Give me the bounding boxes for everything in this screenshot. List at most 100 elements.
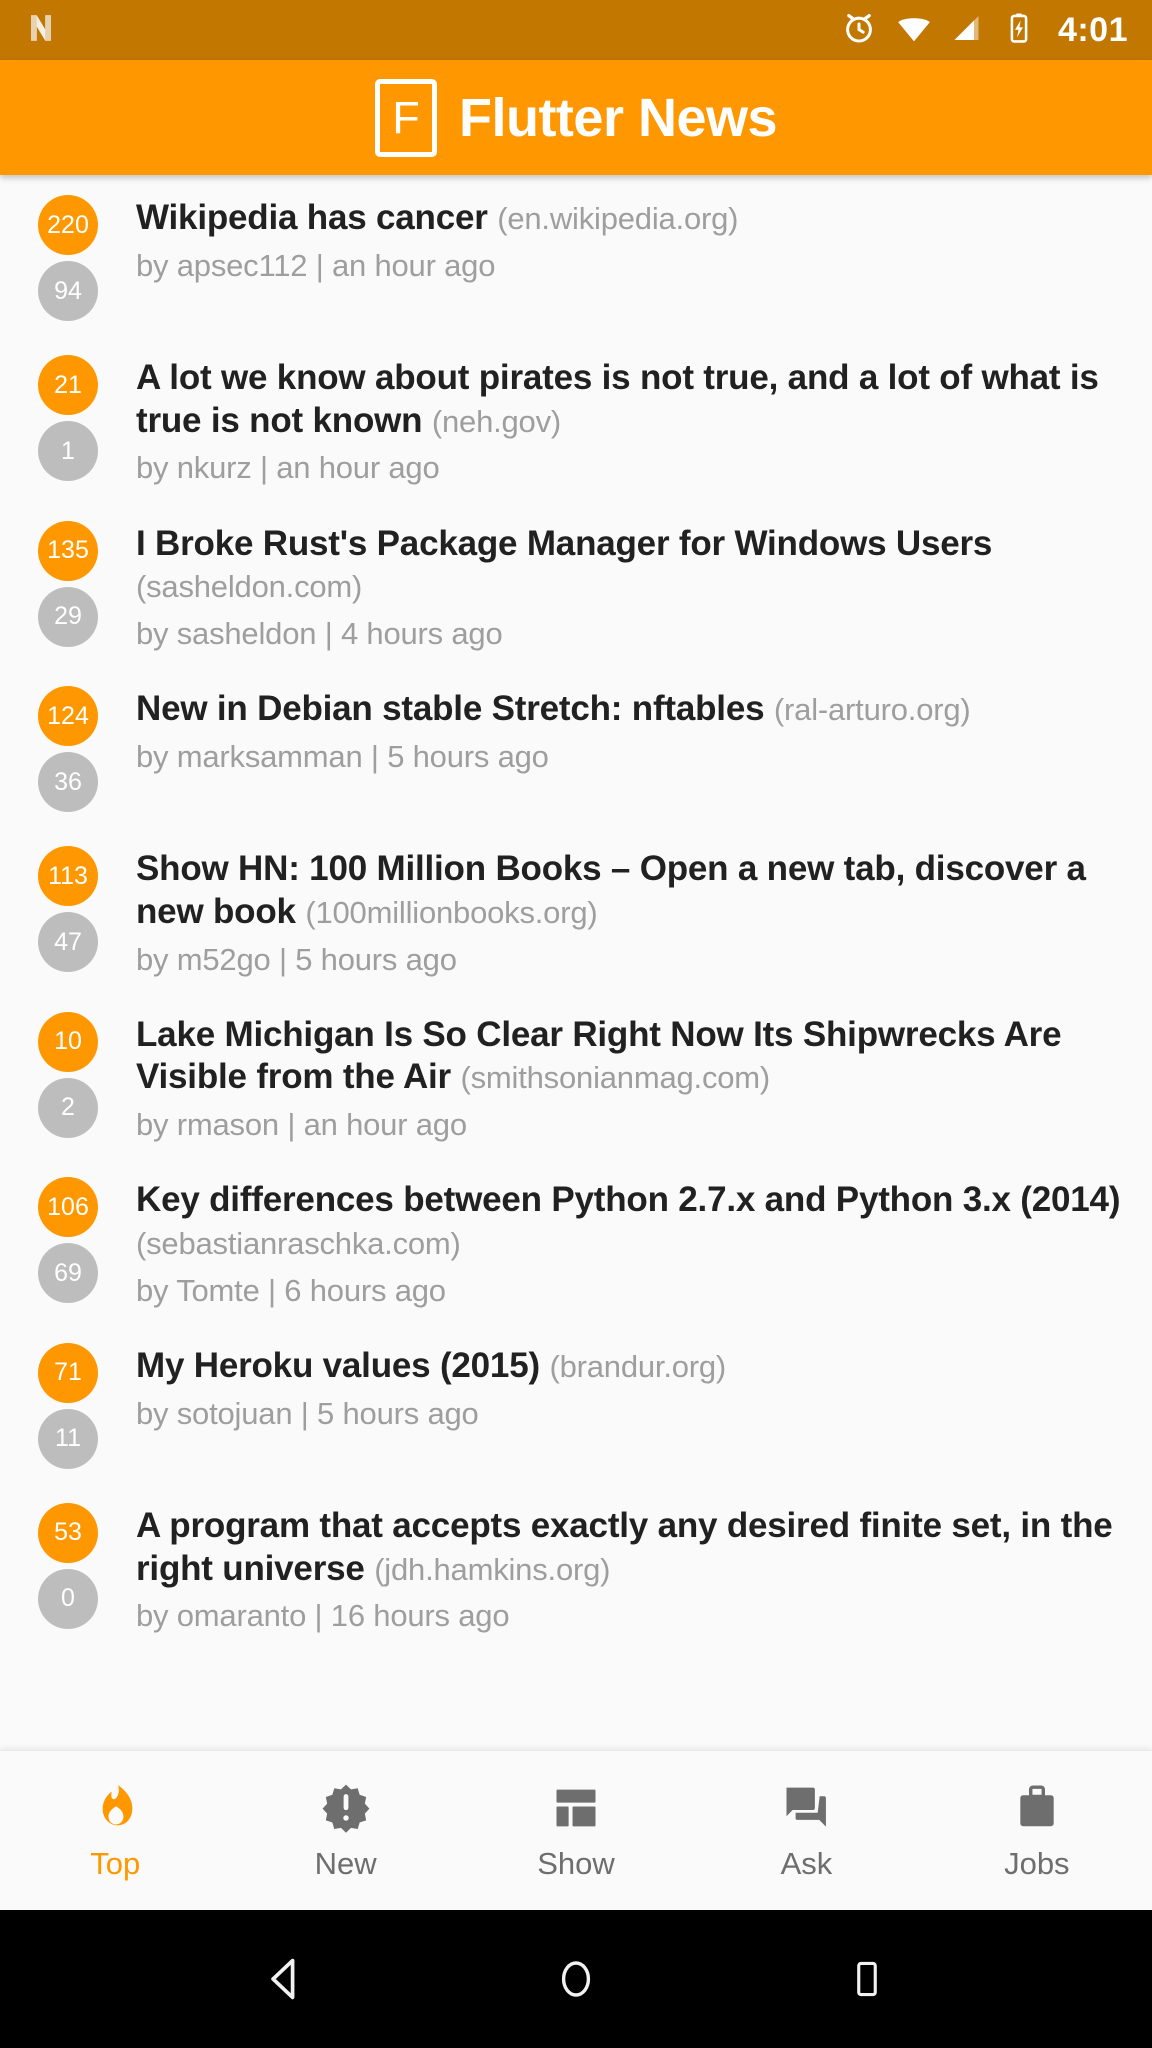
score-badge[interactable]: 21	[38, 355, 98, 415]
status-bar-right: 4:01	[840, 8, 1128, 53]
news-item-domain: (smithsonianmag.com)	[460, 1060, 771, 1096]
news-item-title[interactable]: My Heroku values (2015) (brandur.org)	[136, 1345, 1126, 1388]
news-item-body: I Broke Rust's Package Manager for Windo…	[136, 515, 1126, 653]
comments-badge[interactable]: 11	[38, 1408, 98, 1469]
comments-badge[interactable]: 47	[38, 912, 98, 973]
briefcase-icon	[1011, 1782, 1063, 1834]
score-value: 53	[54, 1518, 82, 1547]
bottom-nav-item-jobs[interactable]: Jobs	[922, 1782, 1152, 1879]
flame-icon	[89, 1782, 141, 1834]
news-item-meta: by marksamman | 5 hours ago	[136, 738, 549, 774]
score-badge[interactable]: 106	[38, 1177, 98, 1238]
dashboard-icon	[550, 1782, 602, 1834]
battery-charging-icon	[1002, 11, 1036, 50]
recents-square-icon[interactable]	[832, 1944, 902, 2014]
news-item-badges: 113 47	[0, 840, 136, 973]
score-badge[interactable]: 135	[38, 520, 98, 581]
news-item-body: A lot we know about pirates is not true,…	[136, 349, 1126, 487]
page-title: Flutter News	[458, 87, 778, 148]
bottom-nav-item-ask[interactable]: Ask	[691, 1782, 921, 1879]
comments-value: 2	[61, 1093, 75, 1122]
back-triangle-icon[interactable]	[250, 1944, 320, 2014]
comments-badge[interactable]: 0	[38, 1568, 98, 1629]
news-item-title-text: A lot we know about pirates is not true,…	[136, 358, 1099, 440]
news-item-domain: (brandur.org)	[549, 1348, 727, 1384]
news-item-title-text: A program that accepts exactly any desir…	[136, 1505, 1113, 1588]
news-item-body: Key differences between Python 2.7.x and…	[136, 1171, 1126, 1309]
news-item-badges: 124 36	[0, 680, 136, 813]
news-item-meta: by Tomte | 6 hours ago	[136, 1272, 446, 1308]
comments-value: 94	[54, 276, 82, 305]
news-item-title[interactable]: New in Debian stable Stretch: nftables (…	[136, 688, 1126, 731]
score-value: 71	[54, 1358, 82, 1387]
score-badge[interactable]: 124	[38, 686, 98, 747]
bottom-nav-label: Ask	[780, 1846, 833, 1881]
comments-badge[interactable]: 2	[38, 1077, 98, 1138]
score-badge[interactable]: 220	[38, 195, 98, 255]
comments-value: 1	[61, 436, 75, 465]
flutter-logo-letter: F	[392, 92, 420, 143]
status-bar-left	[24, 11, 840, 50]
news-item-title[interactable]: Lake Michigan Is So Clear Right Now Its …	[136, 1014, 1126, 1099]
news-item-meta: by nkurz | an hour ago	[136, 450, 440, 486]
news-item-body: New in Debian stable Stretch: nftables (…	[136, 680, 1126, 775]
news-item[interactable]: 53 0 A program that accepts exactly any de…	[0, 1497, 1152, 1635]
news-item-meta: by apsec112 | an hour ago	[136, 247, 496, 283]
comments-value: 0	[61, 1584, 75, 1613]
news-item-title[interactable]: Show HN: 100 Million Books – Open a new …	[136, 848, 1126, 933]
news-item-body: A program that accepts exactly any desir…	[136, 1497, 1126, 1635]
score-badge[interactable]: 113	[38, 846, 98, 907]
comments-badge[interactable]: 69	[38, 1243, 98, 1304]
news-item-badges: 71 11	[0, 1337, 136, 1469]
news-item-badges: 10 2	[0, 1006, 136, 1138]
flutter-logo-icon: F	[374, 78, 437, 157]
news-item-badges: 220 94	[0, 189, 136, 321]
comments-badge[interactable]: 94	[38, 261, 98, 321]
news-item[interactable]: 106 69 Key differences between Python 2.7.…	[0, 1171, 1152, 1309]
news-item-body: My Heroku values (2015) (brandur.org) by …	[136, 1337, 1126, 1432]
news-item-title[interactable]: Key differences between Python 2.7.x and…	[136, 1179, 1126, 1264]
status-bar: 4:01	[0, 0, 1152, 60]
new-releases-icon	[320, 1782, 372, 1834]
news-item[interactable]: 21 1 A lot we know about pirates is not tr…	[0, 349, 1152, 487]
news-item-meta: by sasheldon | 4 hours ago	[136, 615, 503, 651]
news-item-meta: by m52go | 5 hours ago	[136, 941, 457, 977]
news-item-title[interactable]: I Broke Rust's Package Manager for Windo…	[136, 523, 1126, 608]
bottom-nav-item-new[interactable]: New	[230, 1782, 460, 1879]
score-value: 113	[48, 861, 88, 890]
news-list[interactable]: 220 94 Wikipedia has cancer (en.wikipedia.…	[0, 175, 1152, 1750]
news-item[interactable]: 124 36 New in Debian stable Stretch: nftab…	[0, 680, 1152, 813]
news-item-meta: by sotojuan | 5 hours ago	[136, 1395, 479, 1431]
comments-badge[interactable]: 29	[38, 586, 98, 647]
bottom-nav-item-top[interactable]: Top	[0, 1782, 230, 1879]
home-circle-icon[interactable]	[541, 1944, 611, 2014]
score-badge[interactable]: 53	[38, 1502, 98, 1563]
bottom-navigation: Top New Show Ask Jobs	[0, 1750, 1152, 1910]
score-badge[interactable]: 10	[38, 1011, 98, 1072]
n-netflix-icon	[24, 11, 58, 50]
score-value: 220	[47, 210, 89, 239]
news-item-body: Show HN: 100 Million Books – Open a new …	[136, 840, 1126, 978]
cell-signal-icon	[950, 10, 986, 51]
news-item-domain: (neh.gov)	[431, 403, 562, 439]
news-item-title-text: Show HN: 100 Million Books – Open a new …	[136, 849, 1086, 931]
score-value: 124	[47, 701, 89, 730]
score-value: 106	[47, 1192, 89, 1221]
news-item[interactable]: 220 94 Wikipedia has cancer (en.wikipedia.…	[0, 189, 1152, 321]
news-item-title[interactable]: A lot we know about pirates is not true,…	[136, 357, 1126, 442]
news-item[interactable]: 113 47 Show HN: 100 Million Books – Open a…	[0, 840, 1152, 978]
news-item-body: Wikipedia has cancer (en.wikipedia.org) b…	[136, 189, 1126, 284]
comments-badge[interactable]: 36	[38, 752, 98, 813]
bottom-nav-item-show[interactable]: Show	[461, 1782, 691, 1879]
news-item-title[interactable]: Wikipedia has cancer (en.wikipedia.org)	[136, 197, 1126, 240]
bottom-nav-label: New	[314, 1846, 377, 1881]
news-item[interactable]: 10 2 Lake Michigan Is So Clear Right Now I…	[0, 1006, 1152, 1144]
news-item-title[interactable]: A program that accepts exactly any desir…	[136, 1505, 1126, 1590]
comments-badge[interactable]: 1	[38, 421, 98, 481]
news-item-title-text: I Broke Rust's Package Manager for Windo…	[136, 523, 993, 563]
news-item[interactable]: 135 29 I Broke Rust's Package Manager for …	[0, 515, 1152, 653]
score-badge[interactable]: 71	[38, 1342, 98, 1403]
wifi-icon	[894, 8, 934, 53]
news-item[interactable]: 71 11 My Heroku values (2015) (brandur.org…	[0, 1337, 1152, 1469]
news-item-domain: (en.wikipedia.org)	[497, 201, 739, 236]
